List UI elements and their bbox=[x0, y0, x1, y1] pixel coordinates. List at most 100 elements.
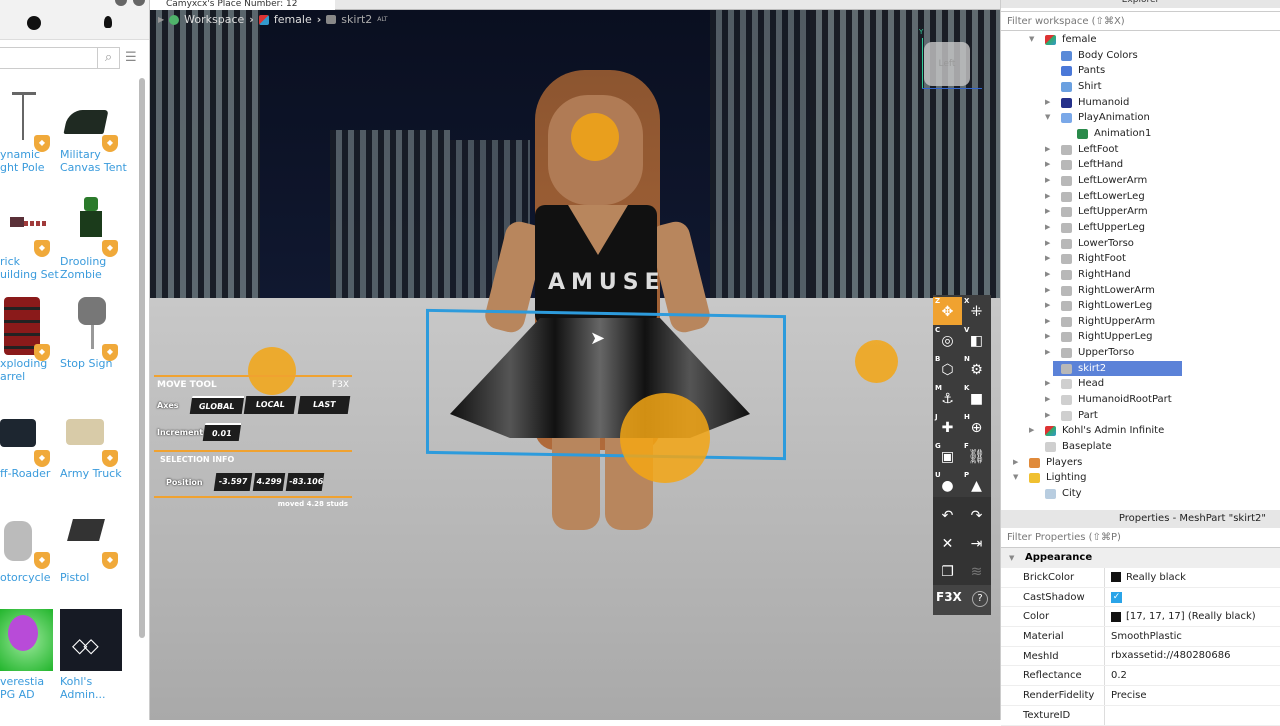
property-value[interactable]: SmoothPlastic bbox=[1105, 627, 1182, 646]
explorer-node-leftupperleg[interactable]: ▶ LeftUpperLeg bbox=[1001, 220, 1280, 236]
increment-input[interactable]: 0.01 bbox=[202, 423, 242, 441]
rotate-tool-button[interactable]: C ◎ bbox=[933, 326, 962, 354]
toolbox-item[interactable]: ◆ Army Truck bbox=[60, 413, 130, 480]
property-value[interactable]: 0.2 bbox=[1105, 666, 1127, 685]
property-row-meshid[interactable]: MeshId rbxassetid://480280686 bbox=[1001, 646, 1280, 667]
explorer-node-playanimation[interactable]: ▼ PlayAnimation bbox=[1001, 110, 1280, 126]
explorer-node-leftlowerarm[interactable]: ▶ LeftLowerArm bbox=[1001, 173, 1280, 189]
position-z-input[interactable]: -83.106 bbox=[285, 473, 325, 491]
help-icon[interactable]: ? bbox=[972, 591, 988, 607]
color-swatch[interactable] bbox=[1111, 611, 1121, 622]
explorer-node-city[interactable]: City bbox=[1001, 486, 1280, 502]
breadcrumb-workspace[interactable]: Workspace bbox=[184, 13, 244, 26]
explorer-node-baseplate[interactable]: Baseplate bbox=[1001, 439, 1280, 455]
explorer-node-lefthand[interactable]: ▶ LeftHand bbox=[1001, 157, 1280, 173]
settings-icon[interactable] bbox=[115, 0, 127, 6]
property-row-textureid[interactable]: TextureID bbox=[1001, 705, 1280, 726]
explorer-node-kohl-s-admin-infinite[interactable]: ▶ Kohl's Admin Infinite bbox=[1001, 423, 1280, 439]
explorer-node-humanoidrootpart[interactable]: ▶ HumanoidRootPart bbox=[1001, 392, 1280, 408]
expand-arrow-icon[interactable]: ▶ bbox=[1045, 267, 1053, 283]
explorer-node-righthand[interactable]: ▶ RightHand bbox=[1001, 267, 1280, 283]
expand-arrow-icon[interactable]: ▶ bbox=[158, 15, 164, 24]
expand-arrow-icon[interactable]: ▶ bbox=[1045, 376, 1053, 392]
explorer-node-part[interactable]: ▶ Part bbox=[1001, 408, 1280, 424]
new-part-tool-button[interactable]: J ✚ bbox=[933, 413, 962, 441]
lighting-tool-button[interactable]: U ● bbox=[933, 471, 962, 499]
filter-sliders-icon[interactable]: ☰ bbox=[125, 50, 137, 65]
explorer-node-rightfoot[interactable]: ▶ RightFoot bbox=[1001, 251, 1280, 267]
explorer-node-rightupperleg[interactable]: ▶ RightUpperLeg bbox=[1001, 329, 1280, 345]
recent-clock-icon[interactable] bbox=[27, 16, 41, 30]
collapse-arrow-icon[interactable]: ▼ bbox=[1029, 32, 1037, 48]
property-value[interactable]: Precise bbox=[1105, 686, 1147, 705]
property-row-color[interactable]: Color [17, 17, 17] (Really black) bbox=[1001, 607, 1280, 628]
layers-button[interactable]: ≋ bbox=[962, 557, 991, 585]
property-row-reflectance[interactable]: Reflectance 0.2 bbox=[1001, 666, 1280, 687]
material-tool-button[interactable]: N ⚙ bbox=[962, 355, 991, 383]
property-value[interactable]: [17, 17, 17] (Really black) bbox=[1105, 607, 1256, 626]
close-icon[interactable] bbox=[133, 0, 145, 6]
expand-arrow-icon[interactable]: ▶ bbox=[1045, 157, 1053, 173]
explorer-node-skirt2[interactable]: skirt2 bbox=[1001, 360, 1280, 377]
property-value[interactable]: ✓ bbox=[1105, 588, 1127, 607]
explorer-node-rightlowerarm[interactable]: ▶ RightLowerArm bbox=[1001, 283, 1280, 299]
explorer-node-uppertorso[interactable]: ▶ UpperTorso bbox=[1001, 345, 1280, 361]
expand-arrow-icon[interactable]: ▶ bbox=[1045, 95, 1053, 111]
collision-tool-button[interactable]: K ■ bbox=[962, 384, 991, 412]
toolbox-scrollbar[interactable] bbox=[139, 78, 145, 638]
castshadow-checkbox[interactable]: ✓ bbox=[1111, 591, 1122, 603]
properties-filter-input[interactable]: Filter Properties (⇧⌘P) bbox=[1001, 528, 1280, 548]
weld-tool-button[interactable]: F ⛓ bbox=[962, 442, 991, 470]
expand-arrow-icon[interactable]: ▶ bbox=[1013, 455, 1021, 471]
explorer-node-body-colors[interactable]: Body Colors bbox=[1001, 48, 1280, 64]
explorer-node-rightlowerleg[interactable]: ▶ RightLowerLeg bbox=[1001, 298, 1280, 314]
expand-arrow-icon[interactable]: ▶ bbox=[1045, 283, 1053, 299]
expand-arrow-icon[interactable]: ▶ bbox=[1045, 204, 1053, 220]
explorer-node-leftupperarm[interactable]: ▶ LeftUpperArm bbox=[1001, 204, 1280, 220]
expand-arrow-icon[interactable]: ▶ bbox=[1045, 142, 1053, 158]
collapse-arrow-icon[interactable]: ▼ bbox=[1009, 548, 1014, 568]
search-icon[interactable]: ⌕ bbox=[97, 48, 119, 68]
expand-arrow-icon[interactable]: ▶ bbox=[1029, 423, 1037, 439]
export-button[interactable]: ⇥ bbox=[962, 529, 991, 557]
collapse-arrow-icon[interactable]: ▼ bbox=[1045, 110, 1053, 126]
category-appearance[interactable]: ▼ Appearance bbox=[1001, 548, 1280, 568]
toolbox-item[interactable]: ◆ Pistol bbox=[60, 515, 130, 584]
property-row-material[interactable]: Material SmoothPlastic bbox=[1001, 627, 1280, 647]
toolbox-item[interactable]: ◆ Stop Sign bbox=[60, 297, 130, 370]
toolbox-search-input[interactable]: ⌕ bbox=[0, 47, 120, 69]
resize-tool-button[interactable]: X ⁜ bbox=[962, 297, 991, 325]
explorer-node-players[interactable]: ▶ Players bbox=[1001, 455, 1280, 471]
axes-global-button[interactable]: GLOBAL bbox=[189, 396, 244, 414]
lightbulb-icon[interactable] bbox=[104, 16, 112, 28]
breadcrumb-female[interactable]: female bbox=[274, 13, 312, 26]
breadcrumb-skirt2[interactable]: skirt2 bbox=[341, 13, 372, 26]
explorer-node-lowertorso[interactable]: ▶ LowerTorso bbox=[1001, 236, 1280, 252]
mesh-tool-button[interactable]: H ⊕ bbox=[962, 413, 991, 441]
explorer-node-lighting[interactable]: ▼ Lighting bbox=[1001, 470, 1280, 486]
surface-tool-button[interactable]: B ⬡ bbox=[933, 355, 962, 383]
delete-button[interactable]: ✕ bbox=[933, 529, 962, 557]
view-cube[interactable]: Left bbox=[924, 42, 970, 86]
texture-tool-button[interactable]: G ▣ bbox=[933, 442, 962, 470]
explorer-node-head[interactable]: ▶ Head bbox=[1001, 376, 1280, 392]
explorer-node-leftfoot[interactable]: ▶ LeftFoot bbox=[1001, 142, 1280, 158]
toolbox-item[interactable]: ◇◇ Kohl's Admin... bbox=[60, 609, 130, 701]
explorer-node-rightupperarm[interactable]: ▶ RightUpperArm bbox=[1001, 314, 1280, 330]
color-swatch[interactable] bbox=[1111, 572, 1121, 583]
expand-arrow-icon[interactable]: ▶ bbox=[1045, 220, 1053, 236]
position-x-input[interactable]: -3.597 bbox=[213, 473, 253, 491]
expand-arrow-icon[interactable]: ▶ bbox=[1045, 173, 1053, 189]
axes-last-button[interactable]: LAST bbox=[297, 396, 351, 414]
explorer-node-female[interactable]: ▼ female bbox=[1001, 32, 1280, 48]
property-row-renderfidelity[interactable]: RenderFidelity Precise bbox=[1001, 686, 1280, 706]
expand-arrow-icon[interactable]: ▶ bbox=[1045, 298, 1053, 314]
explorer-node-humanoid[interactable]: ▶ Humanoid bbox=[1001, 95, 1280, 111]
axes-local-button[interactable]: LOCAL bbox=[243, 396, 297, 414]
undo-button[interactable]: ↶ bbox=[933, 501, 962, 529]
collapse-arrow-icon[interactable]: ▼ bbox=[1013, 470, 1021, 486]
explorer-node-shirt[interactable]: Shirt bbox=[1001, 79, 1280, 95]
expand-arrow-icon[interactable]: ▶ bbox=[1045, 236, 1053, 252]
property-row-brickcolor[interactable]: BrickColor Really black bbox=[1001, 568, 1280, 588]
toolbox-item[interactable]: ◆ Drooling Zombie bbox=[60, 195, 130, 281]
